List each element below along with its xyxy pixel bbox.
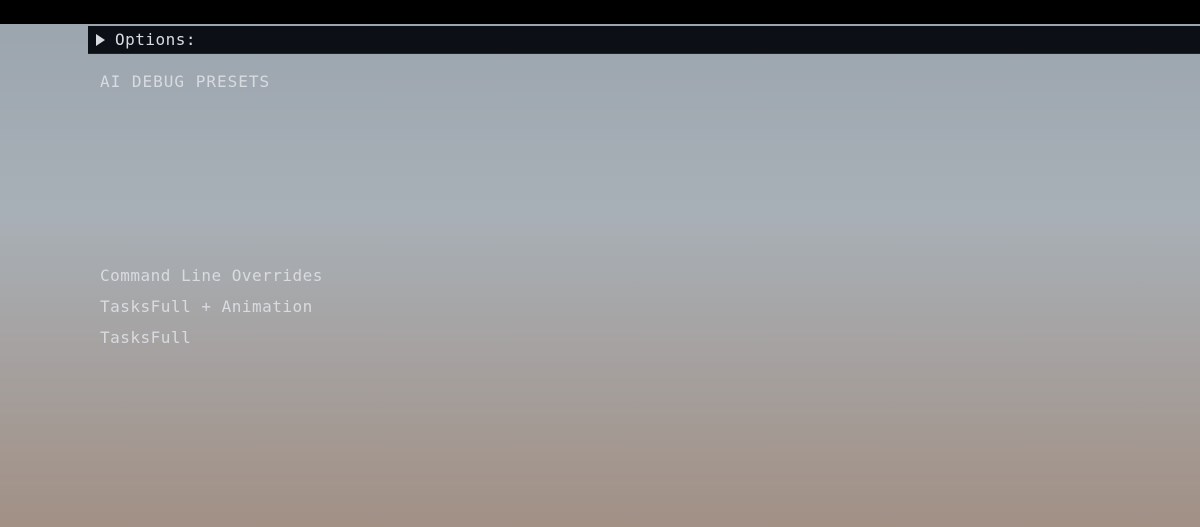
sidebar-title: AI DEBUG PRESETS bbox=[100, 72, 427, 91]
preset-item[interactable]: TasksFull bbox=[88, 322, 437, 353]
preset-list: Command Line Overrides TasksFull + Anima… bbox=[88, 260, 437, 353]
options-label: Options: bbox=[115, 30, 196, 49]
preset-item[interactable]: TasksFull + Animation bbox=[88, 291, 437, 322]
top-hint-bar bbox=[0, 0, 1200, 24]
expand-triangle-icon bbox=[96, 34, 105, 46]
preset-item[interactable]: Command Line Overrides bbox=[88, 260, 437, 291]
options-header[interactable]: Options: bbox=[88, 26, 1200, 54]
